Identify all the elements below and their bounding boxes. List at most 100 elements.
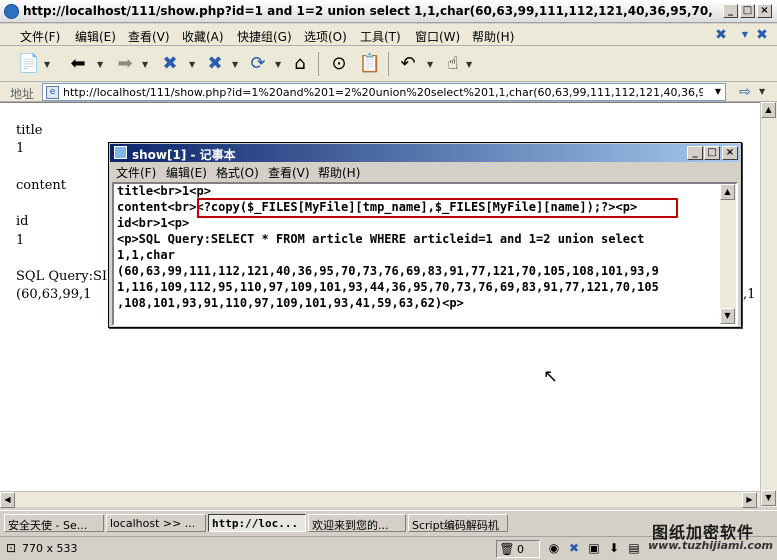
notepad-scroll-down-button[interactable]: ▼: [720, 308, 735, 324]
notepad-window: show[1] - 记事本 _ □ × 文件(F) 编辑(E) 格式(O) 查看…: [108, 142, 742, 328]
download-icon[interactable]: ⬇: [606, 540, 622, 556]
undo-dropdown-icon[interactable]: ▼: [427, 60, 433, 69]
menu-tools[interactable]: 工具(T): [360, 28, 401, 45]
scroll-down-button[interactable]: ▼: [761, 490, 776, 506]
status-dimensions: 770 x 533: [22, 542, 78, 555]
notepad-line: (60,63,99,111,112,121,40,36,95,70,73,76,…: [117, 264, 659, 278]
tab-welcome[interactable]: 欢迎来到您的...: [308, 514, 406, 532]
browser-toolbar: 📄 ▼ ⬅ ▼ ➡ ▼ ✖ ▼ ✖ ▼ ⟳ ▼ ⌂ ⊙ 📋 ↶ ▼ ☝ ▼: [0, 46, 777, 82]
notepad-icon: [114, 146, 127, 159]
back-dropdown-icon[interactable]: ▼: [97, 60, 103, 69]
notepad-text-area[interactable]: title<br>1<p> content<br><?copy($_FILES[…: [112, 182, 738, 326]
address-input[interactable]: e http://localhost/111/show.php?id=1%20a…: [42, 83, 726, 101]
home-icon[interactable]: ⌂: [287, 52, 313, 76]
page-vertical-scrollbar[interactable]: ▲ ▼: [760, 102, 777, 507]
notepad-vertical-scrollbar[interactable]: ▲ ▼: [720, 184, 736, 324]
new-page-icon[interactable]: 📄: [16, 52, 42, 76]
globe-icon[interactable]: ◉: [546, 540, 562, 556]
page-line: 1: [16, 233, 25, 248]
refresh-icon[interactable]: ⟳: [245, 52, 271, 76]
notepad-scroll-up-button[interactable]: ▲: [720, 184, 735, 200]
menu-window[interactable]: 窗口(W): [415, 28, 460, 45]
notepad-close-button[interactable]: ×: [722, 146, 738, 160]
scroll-right-button[interactable]: ▶: [742, 492, 757, 508]
close-page-icon[interactable]: ✖: [202, 52, 228, 76]
refresh-dropdown-icon[interactable]: ▼: [275, 60, 281, 69]
notepad-menu-view[interactable]: 查看(V): [268, 164, 310, 181]
menu-file[interactable]: 文件(F): [20, 28, 60, 45]
tab-script-decoder[interactable]: Script编码解码机: [408, 514, 508, 532]
resize-icon: ⊡: [5, 541, 17, 555]
menu-quickgroup[interactable]: 快捷组(G): [237, 28, 292, 45]
tab-current[interactable]: http://loc...: [208, 514, 306, 532]
menu-edit[interactable]: 编辑(E): [75, 28, 116, 45]
notepad-minimize-button[interactable]: _: [687, 146, 703, 160]
notepad-menu-edit[interactable]: 编辑(E): [166, 164, 207, 181]
page-line: SQL Query:SI: [16, 269, 108, 284]
address-dropdown-icon[interactable]: ▼: [711, 84, 725, 100]
menu-options[interactable]: 选项(O): [304, 28, 347, 45]
menu-view[interactable]: 查看(V): [128, 28, 170, 45]
notepad-maximize-button[interactable]: □: [704, 146, 720, 160]
popup-icon[interactable]: ▤: [626, 540, 642, 556]
notepad-menu-format[interactable]: 格式(O): [216, 164, 259, 181]
page-icon: e: [46, 86, 59, 99]
forward-dropdown-icon[interactable]: ▼: [142, 60, 148, 69]
scroll-up-button[interactable]: ▲: [761, 102, 776, 118]
page-horizontal-scrollbar[interactable]: ◀ ▶: [0, 491, 760, 508]
block-icon[interactable]: ✖: [566, 540, 582, 556]
forward-icon[interactable]: ➡: [112, 52, 138, 76]
mouse-cursor-icon: ↖: [543, 366, 559, 387]
browser-titlebar: http://localhost/111/show.php?id=1 and 1…: [0, 0, 777, 23]
minimize-button[interactable]: _: [723, 4, 738, 18]
search-icon[interactable]: ⊙: [326, 52, 352, 76]
mouse-gesture-icon[interactable]: ☝: [440, 52, 466, 76]
gesture-dropdown-icon[interactable]: ▼: [466, 60, 472, 69]
notepad-menu-file[interactable]: 文件(F): [116, 164, 156, 181]
notepad-menu-help[interactable]: 帮助(H): [318, 164, 360, 181]
dropdown-arrow-icon[interactable]: ▼: [737, 30, 753, 46]
payload-highlight: [197, 198, 678, 218]
notepad-line: ,108,101,93,91,110,97,109,101,93,41,59,6…: [117, 296, 464, 310]
back-icon[interactable]: ⬅: [65, 52, 91, 76]
page-line: title: [16, 123, 43, 138]
clipboard-icon[interactable]: 📋: [357, 52, 383, 76]
stop-dropdown-icon[interactable]: ▼: [189, 60, 195, 69]
page-line: id: [16, 214, 29, 229]
page-line-fragment: ,1: [743, 287, 756, 302]
tab-localhost[interactable]: localhost >> ...: [106, 514, 206, 532]
toolbar-separator: [388, 52, 389, 76]
close-all-icon[interactable]: ✖: [754, 27, 770, 43]
trash-icon: 🗑: [499, 542, 515, 556]
page-line: (60,63,99,1: [16, 287, 92, 302]
go-dropdown-icon[interactable]: ▼: [759, 87, 765, 96]
notepad-titlebar[interactable]: show[1] - 记事本 _ □ ×: [110, 144, 740, 162]
notepad-menubar: 文件(F) 编辑(E) 格式(O) 查看(V) 帮助(H): [110, 162, 740, 181]
plugin-icon[interactable]: ▣: [586, 540, 602, 556]
notepad-line: 1,116,109,112,95,110,97,109,101,93,44,36…: [117, 280, 659, 294]
close-button[interactable]: ×: [757, 4, 772, 18]
address-label: 地址: [10, 87, 35, 101]
menu-favorites[interactable]: 收藏(A): [182, 28, 224, 45]
browser-menubar: 文件(F) 编辑(E) 查看(V) 收藏(A) 快捷组(G) 选项(O) 工具(…: [0, 24, 777, 46]
close-tab-icon[interactable]: ✖: [713, 27, 729, 43]
address-url[interactable]: http://localhost/111/show.php?id=1%20and…: [63, 86, 703, 99]
tab-security-angel[interactable]: 安全天使 - Se...: [4, 514, 104, 532]
status-cell: 🗑 0: [496, 540, 540, 558]
status-count: 0: [517, 543, 524, 556]
browser-title: http://localhost/111/show.php?id=1 and 1…: [23, 4, 713, 18]
notepad-title: show[1] - 记事本: [132, 148, 236, 162]
maximize-button[interactable]: □: [740, 4, 755, 18]
toolbar-separator: [318, 52, 319, 76]
undo-close-icon[interactable]: ↶: [395, 52, 421, 76]
address-bar: 地址 e http://localhost/111/show.php?id=1%…: [0, 82, 777, 102]
browser-app-icon: [4, 4, 19, 19]
close-dropdown-icon[interactable]: ▼: [232, 60, 238, 69]
menu-help[interactable]: 帮助(H): [472, 28, 514, 45]
notepad-line: title<br>1<p>: [117, 184, 211, 198]
scroll-left-button[interactable]: ◀: [0, 492, 15, 508]
new-dropdown-icon[interactable]: ▼: [44, 60, 50, 69]
go-icon[interactable]: ⇨: [734, 84, 756, 100]
page-line: 1: [16, 141, 25, 156]
stop-icon[interactable]: ✖: [157, 52, 183, 76]
